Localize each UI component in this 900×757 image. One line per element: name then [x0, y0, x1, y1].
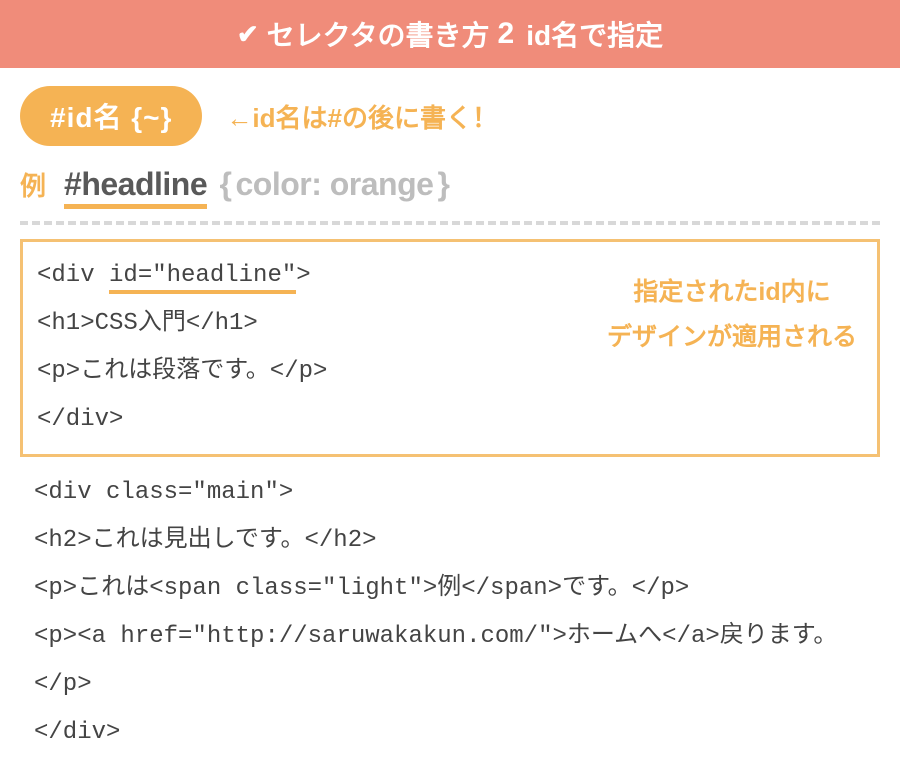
code-after-line-3: <p>これは<span class="light">例</span>です。</p…: [34, 565, 866, 613]
brace-open: {: [220, 166, 232, 202]
code-line-4: </div>: [37, 396, 863, 444]
page-header: ✔ セレクタの書き方2 id名で指定: [0, 0, 900, 68]
note-line-1: 指定されたid内に: [607, 270, 857, 315]
dashed-divider: [20, 221, 880, 225]
example-row: 例 #headline {color: orange}: [20, 166, 880, 203]
syntax-pill: #id名 {~}: [20, 86, 202, 146]
annotation-note: 指定されたid内に デザインが適用される: [607, 270, 857, 360]
check-icon: ✔: [237, 19, 259, 50]
content-area: #id名 {~} ←id名は#の後に書く！ 例 #headline {color…: [0, 68, 900, 757]
note-line-2: デザインが適用される: [607, 315, 857, 360]
highlighted-code-box: <div id="headline"> <h1>CSS入門</h1> <p>これ…: [20, 239, 880, 457]
code-after-line-5: </div>: [34, 709, 866, 757]
code-underline-id: id="headline": [109, 262, 296, 294]
example-property: color: orange: [235, 166, 433, 202]
code-after-line-2: <h2>これは見出しです。</h2>: [34, 517, 866, 565]
code-after-box: <div class="main"> <h2>これは見出しです。</h2> <p…: [20, 463, 880, 757]
code-text: >: [296, 262, 310, 289]
example-label: 例: [20, 166, 46, 203]
syntax-row: #id名 {~} ←id名は#の後に書く！: [20, 86, 880, 146]
code-after-line-1: <div class="main">: [34, 469, 866, 517]
brace-close: }: [437, 166, 449, 202]
code-text: <div: [37, 262, 109, 289]
header-part1: セレクタの書き方: [267, 14, 490, 54]
syntax-hint: ←id名は#の後に書く！: [226, 98, 498, 135]
header-part2: id名で指定: [526, 14, 663, 54]
example-code: #headline {color: orange}: [64, 166, 453, 203]
header-number: 2: [498, 17, 515, 51]
code-after-line-4: <p><a href="http://saruwakakun.com/">ホーム…: [34, 613, 866, 709]
example-selector: #headline: [64, 166, 207, 209]
